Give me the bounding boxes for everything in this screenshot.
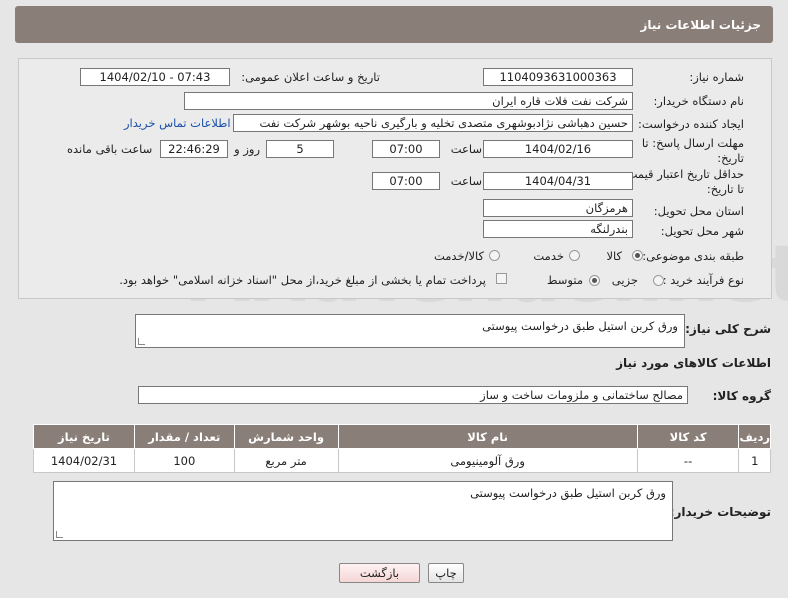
payment-note: پرداخت تمام یا بخشی از مبلغ خرید،از محل … <box>119 273 486 287</box>
col-need-date: تاریخ نیاز <box>33 424 135 449</box>
validity-time-label: ساعت <box>450 174 482 188</box>
validity-label-date: تا تاریخ: <box>706 182 744 196</box>
resize-handle-icon <box>138 338 145 345</box>
table-header-row: ردیف کد کالا نام کالا واحد شمارش تعداد /… <box>33 424 771 449</box>
cell-quantity: 100 <box>133 448 235 473</box>
category-radio-goods-service[interactable] <box>489 250 500 261</box>
creator-field: حسین دهباشی نژادبوشهری متصدی تخلیه و بار… <box>233 114 633 132</box>
city-label: شهر محل تحویل: <box>660 224 744 238</box>
days-label: روز و <box>234 142 260 156</box>
process-option-minor: جزیی <box>611 273 638 287</box>
category-option-service: خدمت <box>533 249 564 263</box>
cell-row-number: 1 <box>738 448 771 473</box>
city-field: بندرلنگه <box>483 220 633 238</box>
category-label: طبقه بندی موضوعی: <box>642 249 744 263</box>
deadline-label: مهلت ارسال پاسخ: تا <box>641 136 744 150</box>
back-button[interactable]: بازگشت <box>339 563 420 583</box>
page-title: جزئیات اطلاعات نیاز <box>640 18 761 32</box>
creator-label: ایجاد کننده درخواست: <box>638 117 744 131</box>
category-option-goods-service: کالا/خدمت <box>433 249 484 263</box>
payment-checkbox[interactable] <box>496 273 507 284</box>
province-label: استان محل تحویل: <box>653 204 744 218</box>
category-radio-service[interactable] <box>569 250 580 261</box>
cell-item-name: ورق آلومینیومی <box>337 448 638 473</box>
cell-unit: متر مربع <box>233 448 339 473</box>
goods-table: ردیف کد کالا نام کالا واحد شمارش تعداد /… <box>33 424 771 473</box>
category-option-goods: کالا <box>606 249 622 263</box>
cell-item-code: -- <box>636 448 740 473</box>
buyer-notes-textarea: ورق کربن استیل طبق درخواست پیوستی <box>53 481 673 541</box>
announce-label: تاریخ و ساعت اعلان عمومی: <box>241 70 380 84</box>
validity-label: حداقل تاریخ اعتبار قیمت: <box>622 167 744 181</box>
process-label: نوع فرآیند خرید : <box>662 273 744 287</box>
col-row-number: ردیف <box>738 424 771 449</box>
resize-handle-icon <box>56 531 63 538</box>
buyer-contact-link[interactable]: اطلاعات تماس خریدار <box>124 116 231 130</box>
col-quantity: تعداد / مقدار <box>133 424 235 449</box>
col-item-code: کد کالا <box>636 424 740 449</box>
description-text: ورق کربن استیل طبق درخواست پیوستی <box>482 319 678 333</box>
announce-field: 1404/02/10 - 07:43 <box>80 68 230 86</box>
validity-date-field: 1404/04/31 <box>483 172 633 190</box>
buyer-label: نام دستگاه خریدار: <box>653 94 744 108</box>
need-number-field: 1104093631000363 <box>483 68 633 86</box>
deadline-label-date: تاریخ: <box>717 151 744 165</box>
table-row: 1 -- ورق آلومینیومی متر مربع 100 1404/02… <box>33 448 771 473</box>
description-label: شرح کلی نیاز: <box>685 322 771 336</box>
need-number-label: شماره نیاز: <box>689 70 744 84</box>
deadline-time-field: 07:00 <box>372 140 440 158</box>
remaining-label: ساعت باقی مانده <box>67 142 153 156</box>
cell-need-date: 1404/02/31 <box>33 448 135 473</box>
print-button[interactable]: چاپ <box>428 563 464 583</box>
col-unit: واحد شمارش <box>233 424 339 449</box>
process-option-medium: متوسط <box>546 273 583 287</box>
process-radio-minor[interactable] <box>653 275 664 286</box>
goods-section-title: اطلاعات کالاهای مورد نیاز <box>616 356 771 370</box>
col-item-name: نام کالا <box>337 424 638 449</box>
province-field: هرمزگان <box>483 199 633 217</box>
buyer-notes-label: توضیحات خریدار: <box>669 505 771 519</box>
description-textarea: ورق کربن استیل طبق درخواست پیوستی <box>135 314 685 348</box>
validity-time-field: 07:00 <box>372 172 440 190</box>
days-field: 5 <box>266 140 334 158</box>
goods-group-label: گروه کالا: <box>712 389 771 403</box>
goods-group-field: مصالح ساختمانی و ملزومات ساخت و ساز <box>138 386 688 404</box>
deadline-date-field: 1404/02/16 <box>483 140 633 158</box>
category-radio-goods[interactable] <box>632 250 643 261</box>
deadline-time-label: ساعت <box>450 142 482 156</box>
buyer-notes-text: ورق کربن استیل طبق درخواست پیوستی <box>470 486 666 500</box>
remaining-time-field: 22:46:29 <box>160 140 228 158</box>
page-header: جزئیات اطلاعات نیاز <box>15 6 773 43</box>
process-radio-medium[interactable] <box>589 275 600 286</box>
buyer-field: شرکت نفت فلات قاره ایران <box>184 92 633 110</box>
